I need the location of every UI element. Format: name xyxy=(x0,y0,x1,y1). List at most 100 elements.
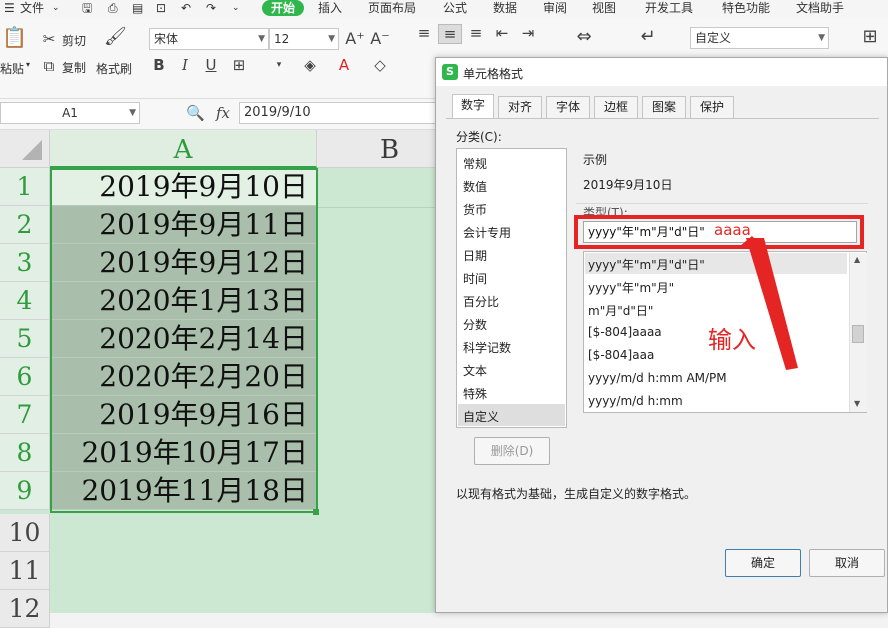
cut-button[interactable]: 剪切 xyxy=(62,32,86,49)
category-item[interactable]: 货币 xyxy=(463,201,487,218)
export-icon[interactable]: ⊡ xyxy=(156,0,166,18)
format-item[interactable]: [$-804]aaaa xyxy=(588,325,662,339)
category-item[interactable]: 常规 xyxy=(463,155,487,172)
tab-protection[interactable]: 保护 xyxy=(690,96,734,118)
tab-doc-assistant[interactable]: 文档助手 xyxy=(796,0,844,18)
row-header[interactable]: 9 xyxy=(0,472,50,510)
tab-developer[interactable]: 开发工具 xyxy=(645,0,693,18)
category-item[interactable]: 会计专用 xyxy=(463,224,511,241)
scroll-up-icon[interactable]: ▲ xyxy=(854,255,860,264)
format-item[interactable]: [$-804]aaa xyxy=(588,348,654,362)
category-item[interactable]: 数值 xyxy=(463,178,487,195)
format-item[interactable]: yyyy/m/d h:mm xyxy=(588,394,683,408)
tab-review[interactable]: 审阅 xyxy=(543,0,567,18)
print-preview-icon[interactable]: ⎙ xyxy=(108,0,118,18)
menu-file[interactable]: 文件 xyxy=(20,0,44,18)
redo-icon[interactable]: ↷ xyxy=(206,0,216,18)
table-style-icon[interactable]: ⊞ xyxy=(858,28,882,46)
category-item[interactable]: 时间 xyxy=(463,270,487,287)
chevron-down-icon[interactable]: ⌄ xyxy=(52,0,60,18)
zoom-icon[interactable]: 🔍 xyxy=(186,104,205,122)
row-header[interactable]: 5 xyxy=(0,320,50,358)
tab-pattern[interactable]: 图案 xyxy=(642,96,686,118)
row-header[interactable]: 6 xyxy=(0,358,50,396)
row-header[interactable]: 8 xyxy=(0,434,50,472)
increase-font-icon[interactable]: A⁺ xyxy=(345,30,365,48)
font-size-select[interactable]: 12 ▼ xyxy=(269,28,339,50)
tab-font[interactable]: 字体 xyxy=(546,96,590,118)
undo-icon[interactable]: ↶ xyxy=(181,0,191,18)
category-item-custom[interactable]: 自定义 xyxy=(463,408,499,425)
copy-button[interactable]: 复制 xyxy=(62,59,86,76)
tab-features[interactable]: 特色功能 xyxy=(722,0,770,18)
row-header[interactable]: 2 xyxy=(0,206,50,244)
chevron-down-icon[interactable]: ▾ xyxy=(270,56,288,74)
italic-icon[interactable]: I xyxy=(176,56,194,74)
number-format-select[interactable]: 自定义 ▼ xyxy=(690,27,829,49)
category-item[interactable]: 日期 xyxy=(463,247,487,264)
clear-format-icon[interactable]: ◇ xyxy=(370,56,390,74)
chevron-down-icon[interactable]: ▾ xyxy=(26,60,30,69)
column-header-a[interactable]: A xyxy=(50,130,317,168)
align-top-icon[interactable]: ≡ xyxy=(414,24,434,42)
format-painter-icon[interactable]: 🖌 xyxy=(104,28,127,46)
row-header[interactable]: 3 xyxy=(0,244,50,282)
bold-icon[interactable]: B xyxy=(150,56,168,74)
tab-view[interactable]: 视图 xyxy=(592,0,616,18)
row-header[interactable]: 11 xyxy=(0,552,50,590)
align-middle-icon[interactable]: ≡ xyxy=(438,24,462,44)
format-item[interactable]: yyyy"年"m"月" xyxy=(588,279,674,296)
row-header[interactable]: 10 xyxy=(0,514,50,552)
delete-button[interactable]: 删除(D) xyxy=(474,437,550,465)
row-header[interactable]: 7 xyxy=(0,396,50,434)
category-item[interactable]: 文本 xyxy=(463,362,487,379)
dialog-titlebar[interactable]: S 单元格格式 xyxy=(436,58,887,86)
row-header[interactable]: 1 xyxy=(0,168,50,206)
cancel-button[interactable]: 取消 xyxy=(809,549,885,577)
category-item[interactable]: 特殊 xyxy=(463,385,487,402)
tab-alignment[interactable]: 对齐 xyxy=(498,96,542,118)
scroll-down-icon[interactable]: ▼ xyxy=(854,399,860,408)
select-all-corner[interactable] xyxy=(0,130,50,168)
wrap-text-icon[interactable]: ↵ xyxy=(636,28,660,46)
indent-increase-icon[interactable]: ⇥ xyxy=(518,24,538,42)
menu-icon[interactable]: ☰ xyxy=(4,0,15,18)
category-list[interactable]: 常规 数值 货币 会计专用 日期 时间 百分比 分数 科学记数 文本 特殊 自定… xyxy=(456,148,567,428)
font-color-icon[interactable]: A xyxy=(334,56,354,74)
fill-handle[interactable] xyxy=(313,509,319,515)
tab-home[interactable]: 开始 xyxy=(262,0,305,16)
scroll-thumb[interactable] xyxy=(852,325,864,343)
underline-icon[interactable]: U xyxy=(202,56,220,74)
copy-icon[interactable]: ⧉ xyxy=(40,57,58,75)
fx-icon[interactable]: fx xyxy=(212,104,234,122)
paste-button[interactable]: 粘贴 xyxy=(0,60,24,77)
format-item[interactable]: yyyy/m/d h:mm AM/PM xyxy=(588,371,727,385)
align-bottom-icon[interactable]: ≡ xyxy=(466,24,486,42)
tab-number[interactable]: 数字 xyxy=(452,94,494,119)
formula-input[interactable]: 2019/9/10 xyxy=(239,102,439,124)
format-item[interactable]: yyyy"年"m"月"d"日" xyxy=(588,256,705,273)
category-item[interactable]: 分数 xyxy=(463,316,487,333)
font-name-select[interactable]: 宋体 ▼ xyxy=(149,28,269,50)
category-item[interactable]: 科学记数 xyxy=(463,339,511,356)
format-item[interactable]: m"月"d"日" xyxy=(588,302,653,319)
tab-formulas[interactable]: 公式 xyxy=(443,0,467,18)
tab-insert[interactable]: 插入 xyxy=(318,0,342,18)
fill-color-icon[interactable]: ◈ xyxy=(300,56,320,74)
format-list-scrollbar[interactable]: ▲ ▼ xyxy=(849,253,867,412)
save-icon[interactable]: 🖫 xyxy=(82,0,92,18)
decrease-font-icon[interactable]: A⁻ xyxy=(370,30,390,48)
ok-button[interactable]: 确定 xyxy=(725,549,801,577)
format-painter-button[interactable]: 格式刷 xyxy=(96,60,132,77)
paste-icon[interactable]: 📋 xyxy=(2,27,27,47)
tab-data[interactable]: 数据 xyxy=(493,0,517,18)
category-item[interactable]: 百分比 xyxy=(463,293,499,310)
row-header[interactable]: 4 xyxy=(0,282,50,320)
indent-decrease-icon[interactable]: ⇤ xyxy=(492,24,512,42)
chevron-down-icon[interactable]: ⌄ xyxy=(232,0,240,18)
tab-border[interactable]: 边框 xyxy=(594,96,638,118)
scissors-icon[interactable]: ✂ xyxy=(40,30,58,48)
borders-icon[interactable]: ⊞ xyxy=(228,56,250,74)
row-header[interactable]: 12 xyxy=(0,590,50,628)
merge-cells-icon[interactable]: ⇔ xyxy=(572,28,596,46)
